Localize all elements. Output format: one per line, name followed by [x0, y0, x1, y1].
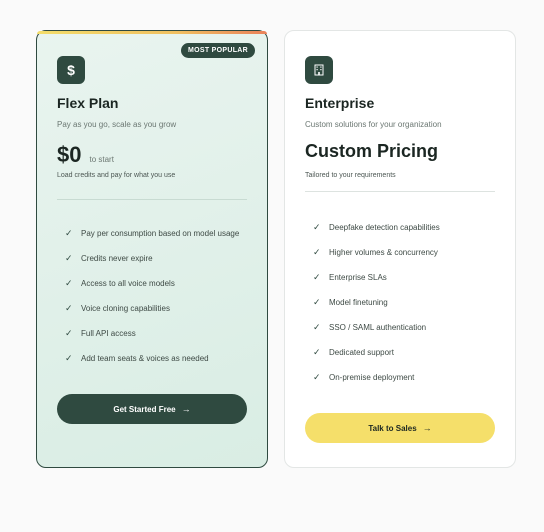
- divider: [305, 191, 495, 192]
- check-icon: ✓: [313, 372, 321, 382]
- price: $0: [57, 142, 82, 167]
- building-icon-svg: [314, 64, 324, 76]
- feature-item: ✓ Full API access: [65, 328, 136, 338]
- most-popular-badge: MOST POPULAR: [181, 43, 255, 58]
- check-icon: ✓: [313, 347, 321, 357]
- feature-item: ✓ Dedicated support: [313, 347, 394, 357]
- price-suffix: to start: [89, 155, 114, 164]
- feature-item: ✓ Pay per consumption based on model usag…: [65, 228, 240, 238]
- feature-item: ✓ Credits never expire: [65, 253, 153, 263]
- enterprise-plan-card: Enterprise Custom solutions for your org…: [284, 30, 516, 468]
- plan-description: Pay as you go, scale as you grow: [57, 120, 177, 129]
- feature-item: ✓ Voice cloning capabilities: [65, 303, 170, 313]
- get-started-free-button[interactable]: Get Started Free →: [57, 394, 247, 424]
- check-icon: ✓: [65, 353, 73, 363]
- check-icon: ✓: [65, 328, 73, 338]
- dollar-icon: $: [57, 56, 85, 84]
- arrow-right-icon: →: [422, 423, 432, 433]
- plan-title: Flex Plan: [57, 95, 119, 111]
- cta-label: Talk to Sales: [368, 423, 417, 433]
- dollar-glyph: $: [67, 62, 75, 78]
- talk-to-sales-button[interactable]: Talk to Sales →: [305, 413, 495, 443]
- building-icon: [305, 56, 333, 84]
- feature-item: ✓ Enterprise SLAs: [313, 272, 387, 282]
- price-note: Tailored to your requirements: [305, 172, 396, 179]
- flex-plan-card: MOST POPULAR $ Flex Plan Pay as you go, …: [36, 30, 268, 468]
- feature-list: ✓ Pay per consumption based on model usag…: [65, 221, 239, 371]
- price-row: $0 to start: [57, 142, 114, 168]
- check-icon: ✓: [65, 278, 73, 288]
- cta-label: Get Started Free: [113, 404, 176, 414]
- feature-list: ✓ Deepfake detection capabilities ✓ Higher…: [313, 215, 440, 390]
- price-note: Load credits and pay for what you use: [57, 172, 176, 179]
- plan-title: Enterprise: [305, 95, 375, 111]
- arrow-right-icon: →: [181, 404, 191, 414]
- check-icon: ✓: [313, 247, 321, 257]
- feature-item: ✓ Higher volumes & concurrency: [313, 247, 438, 257]
- feature-item: ✓ Access to all voice models: [65, 278, 175, 288]
- plan-description: Custom solutions for your organization: [305, 120, 442, 129]
- check-icon: ✓: [65, 253, 73, 263]
- check-icon: ✓: [313, 272, 321, 282]
- price: Custom Pricing: [305, 141, 439, 161]
- check-icon: ✓: [313, 297, 321, 307]
- check-icon: ✓: [313, 222, 321, 232]
- feature-item: ✓ Model finetuning: [313, 297, 388, 307]
- feature-item: ✓ Add team seats & voices as needed: [65, 353, 209, 363]
- check-icon: ✓: [65, 228, 73, 238]
- feature-item: ✓ On-premise deployment: [313, 372, 415, 382]
- feature-item: ✓ SSO / SAML authentication: [313, 322, 427, 332]
- check-icon: ✓: [313, 322, 321, 332]
- divider: [57, 199, 247, 200]
- check-icon: ✓: [65, 303, 73, 313]
- feature-item: ✓ Deepfake detection capabilities: [313, 222, 440, 232]
